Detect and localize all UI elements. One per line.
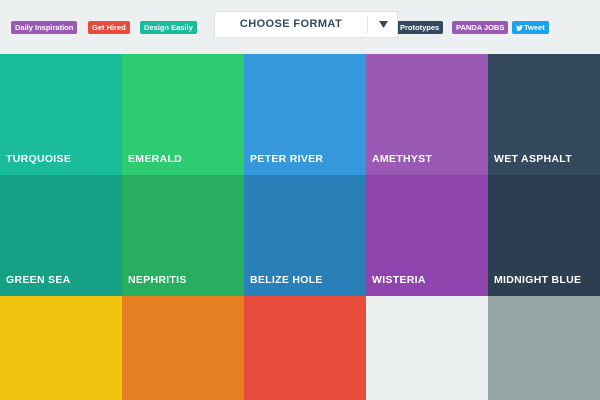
- swatch-name: BELIZE HOLE: [250, 274, 323, 286]
- swatch-wisteria[interactable]: WISTERIA: [366, 175, 488, 296]
- tweet-button[interactable]: Tweet: [512, 21, 549, 34]
- swatch-clouds[interactable]: [366, 296, 488, 400]
- swatch-peter-river[interactable]: PETER RIVER: [244, 54, 366, 175]
- swatch-name: AMETHYST: [372, 153, 433, 165]
- swatch-name: TURQUOISE: [6, 153, 72, 165]
- select-divider: [367, 16, 368, 33]
- swatch-green-sea[interactable]: GREEN SEA: [0, 175, 122, 296]
- swatch-name: MIDNIGHT BLUE: [494, 274, 582, 286]
- swatch-wet-asphalt[interactable]: WET ASPHALT: [488, 54, 600, 175]
- swatch-belize-hole[interactable]: BELIZE HOLE: [244, 175, 366, 296]
- swatch-nephritis[interactable]: NEPHRITIS: [122, 175, 244, 296]
- prototypes-badge[interactable]: Prototypes: [398, 21, 444, 34]
- tweet-label: Tweet: [524, 23, 545, 32]
- chevron-down-icon[interactable]: [375, 17, 391, 33]
- swatch-name: WISTERIA: [372, 274, 426, 286]
- swatch-emerald[interactable]: EMERALD: [122, 54, 244, 175]
- swatch-midnight-blue[interactable]: MIDNIGHT BLUE: [488, 175, 600, 296]
- twitter-bird-icon: [516, 24, 523, 31]
- get-hired-badge[interactable]: Get Hired: [88, 21, 130, 34]
- swatch-name: PETER RIVER: [250, 153, 324, 165]
- swatch-carrot[interactable]: [122, 296, 244, 400]
- swatch-name: WET ASPHALT: [494, 153, 572, 165]
- choose-format-select[interactable]: CHOOSE FORMAT: [214, 11, 398, 38]
- panda-jobs-badge[interactable]: PANDA JOBS: [452, 21, 509, 34]
- choose-format-label: CHOOSE FORMAT: [239, 18, 343, 30]
- swatch-alizarin[interactable]: [244, 296, 366, 400]
- daily-inspiration-badge[interactable]: Daily Inspiration: [11, 21, 78, 34]
- swatch-sunflower[interactable]: [0, 296, 122, 400]
- swatch-concrete[interactable]: [488, 296, 600, 400]
- swatch-name: GREEN SEA: [6, 274, 71, 286]
- design-easily-badge[interactable]: Design Easily: [140, 21, 197, 34]
- swatch-name: EMERALD: [128, 153, 183, 165]
- swatch-turquoise[interactable]: TURQUOISE: [0, 54, 122, 175]
- swatch-name: NEPHRITIS: [128, 274, 187, 286]
- color-swatch-grid: TURQUOISE EMERALD PETER RIVER AMETHYST W…: [0, 54, 600, 400]
- swatch-amethyst[interactable]: AMETHYST: [366, 54, 488, 175]
- top-bar: Daily Inspiration Get Hired Design Easil…: [0, 0, 600, 54]
